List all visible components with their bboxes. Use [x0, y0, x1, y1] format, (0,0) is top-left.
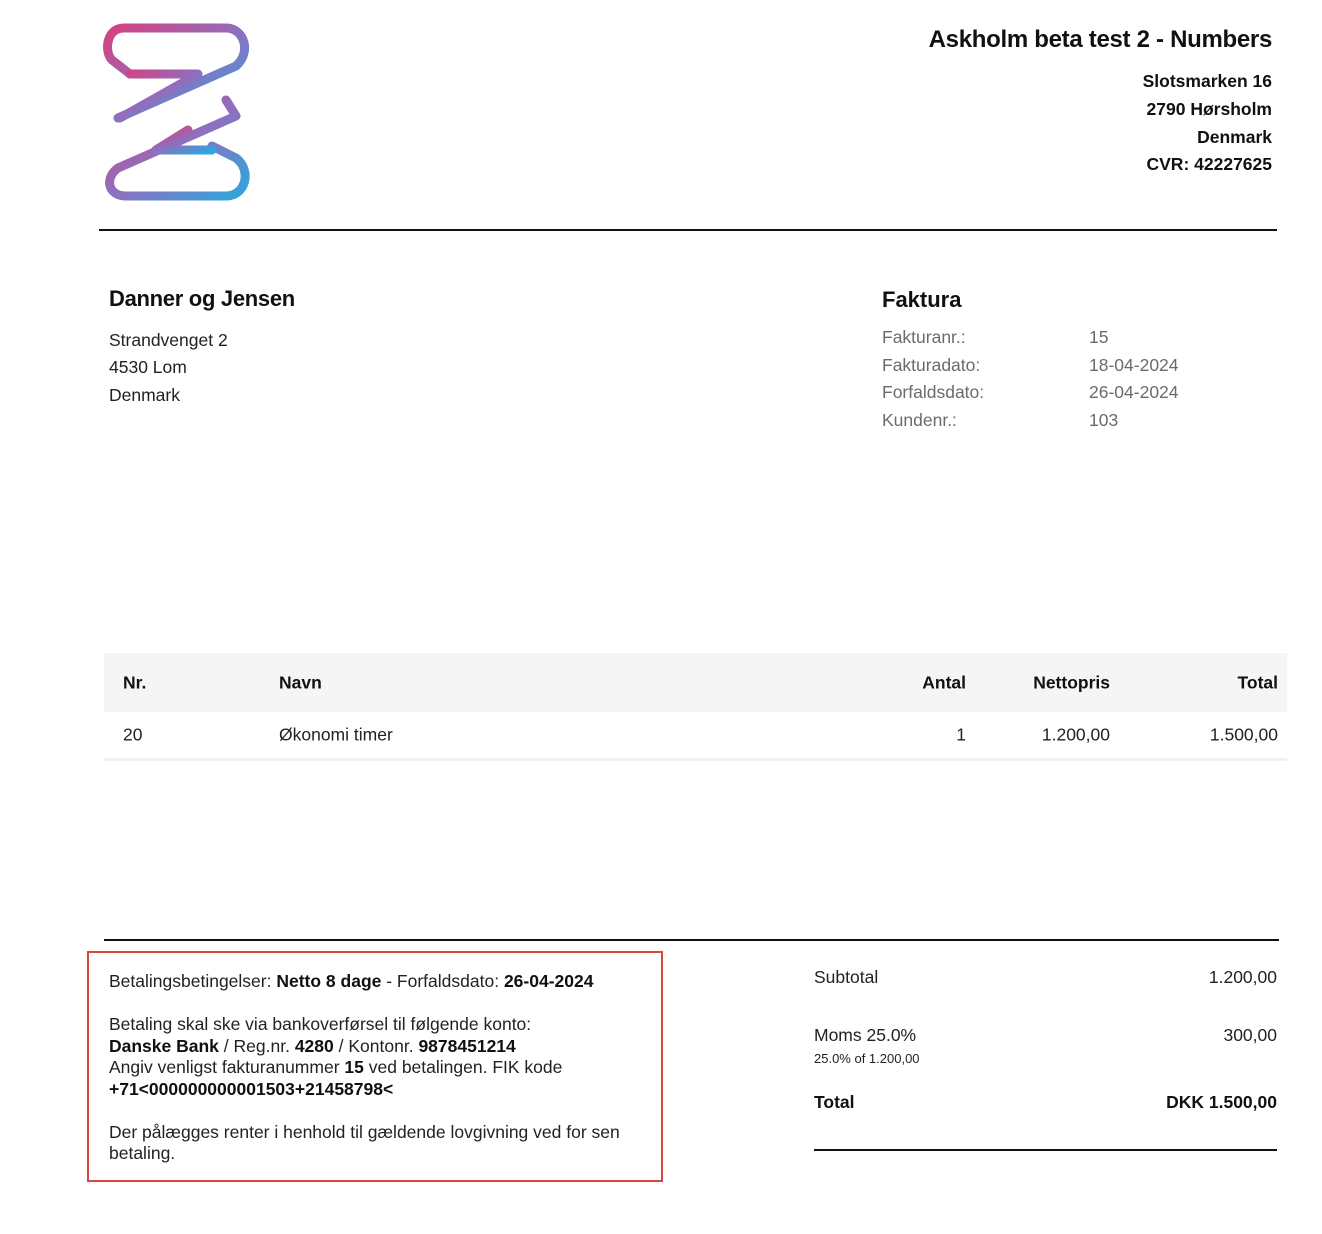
account-label: / Kontonr.	[338, 1035, 414, 1056]
transfer-text: Betaling skal ske via bankoverførsel til…	[109, 1014, 532, 1034]
payment-terms-line: Betalingsbetingelser: Netto 8 dage - For…	[109, 971, 641, 993]
bank-details: Danske Bank / Reg.nr. 4280 / Kontonr. 98…	[109, 1036, 641, 1058]
company-address: Slotsmarken 16 2790 Hørsholm Denmark CVR…	[1143, 68, 1272, 179]
meta-row-invoice-date: Fakturadato: 18-04-2024	[882, 352, 1179, 380]
header-divider	[99, 229, 1277, 231]
company-name: Askholm beta test 2 - Numbers	[928, 26, 1273, 53]
bank-name: Danske Bank	[109, 1035, 219, 1056]
column-header-nr: Nr.	[123, 672, 147, 692]
cell-nr: 20	[123, 724, 143, 745]
customer-address-line: 4530 Lom	[109, 357, 187, 378]
subtotal-label: Subtotal	[814, 967, 879, 987]
meta-value: 26-04-2024	[1089, 382, 1179, 403]
cell-antal: 1	[956, 724, 966, 745]
vat-label: Moms 25.0%	[814, 1025, 917, 1045]
meta-value: 18-04-2024	[1089, 354, 1179, 375]
company-cvr: CVR: 42227625	[1146, 154, 1273, 175]
meta-label: Fakturadato:	[882, 354, 981, 375]
column-header-total: Total	[1237, 672, 1278, 692]
fik-code: +71<000000000001503+21458798<	[109, 1079, 641, 1101]
column-header-navn: Navn	[279, 672, 322, 692]
totals-divider	[814, 1149, 1277, 1151]
reference-line: Angiv venligst fakturanummer 15 ved beta…	[109, 1057, 641, 1079]
meta-value: 15	[1089, 327, 1109, 348]
meta-label: Kundenr.:	[882, 410, 957, 431]
invoice-meta: Fakturanr.: 15 Fakturadato: 18-04-2024 F…	[882, 324, 1179, 434]
meta-row-customer-number: Kundenr.: 103	[882, 407, 1179, 435]
customer-name: Danner og Jensen	[109, 286, 295, 311]
total-value: DKK 1.500,00	[1166, 1092, 1277, 1112]
customer-address: Strandvenget 2 4530 Lom Denmark	[109, 327, 228, 409]
vat-value: 300,00	[1223, 1025, 1277, 1045]
vat-note: 25.0% of 1.200,00	[814, 1051, 920, 1066]
meta-row-due-date: Forfaldsdato: 26-04-2024	[882, 379, 1179, 407]
customer-address-line: Strandvenget 2	[109, 330, 228, 350]
meta-label: Fakturanr.:	[882, 327, 966, 348]
payment-due-value: 26-04-2024	[503, 971, 594, 991]
column-header-nettopris: Nettopris	[1033, 672, 1110, 692]
meta-row-invoice-number: Fakturanr.: 15	[882, 324, 1179, 352]
customer-address-line: Denmark	[109, 384, 180, 405]
invoice-title: Faktura	[882, 287, 962, 312]
cell-nettopris: 1.200,00	[1041, 724, 1110, 745]
column-header-antal: Antal	[922, 672, 966, 692]
reg-number: 4280	[294, 1035, 334, 1056]
payment-terms-value: Netto 8 dage	[276, 971, 382, 991]
table-header: Nr. Navn Antal Nettopris Total	[104, 653, 1287, 712]
company-address-line: 2790 Hørsholm	[1146, 98, 1272, 119]
fik-code-value: +71<000000000001503+21458798<	[109, 1078, 394, 1099]
reference-text-fik: ved betalingen. FIK kode	[368, 1057, 563, 1077]
interest-text: Der pålægges renter i henhold til gælden…	[109, 1121, 620, 1164]
payment-terms-box: Betalingsbetingelser: Netto 8 dage - For…	[87, 951, 663, 1182]
reference-text: Angiv venligst fakturanummer	[109, 1057, 340, 1077]
meta-value: 103	[1089, 410, 1119, 431]
payment-terms-label: Betalingsbetingelser:	[109, 971, 272, 991]
total-label: Total	[814, 1092, 855, 1112]
reg-label: / Reg.nr.	[223, 1035, 290, 1056]
company-address-line: Denmark	[1197, 126, 1272, 147]
subtotal-value: 1.200,00	[1208, 967, 1277, 987]
cell-total: 1.500,00	[1209, 724, 1278, 745]
payment-due-label: - Forfaldsdato:	[381, 971, 500, 991]
meta-label: Forfaldsdato:	[882, 382, 985, 403]
reference-invoice-number: 15	[344, 1057, 364, 1077]
line-items-table: Nr. Navn Antal Nettopris Total 20 Økonom…	[104, 653, 1287, 761]
account-number: 9878451214	[418, 1035, 516, 1056]
company-address-line: Slotsmarken 16	[1142, 71, 1272, 91]
table-row: 20 Økonomi timer 1 1.200,00 1.500,00	[104, 712, 1287, 761]
company-logo	[100, 18, 252, 202]
z-logo-icon	[103, 23, 250, 201]
cell-navn: Økonomi timer	[279, 724, 393, 745]
footer-divider	[104, 939, 1279, 941]
